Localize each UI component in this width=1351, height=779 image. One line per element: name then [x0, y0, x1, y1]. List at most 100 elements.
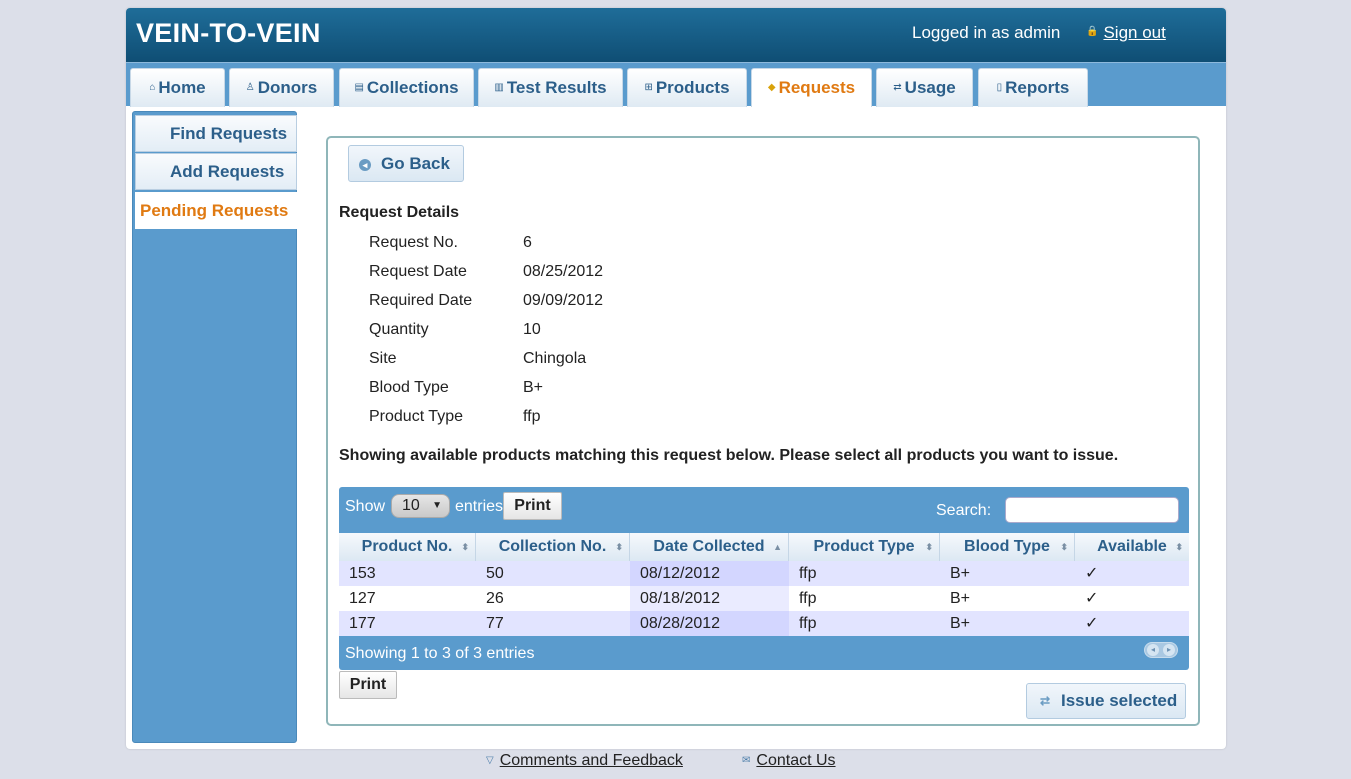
swap-icon: ⇄ — [893, 82, 902, 93]
cart-icon: ⊞ — [644, 82, 653, 93]
cell-blood-type: B+ — [950, 615, 971, 632]
detail-value: 6 — [523, 234, 532, 251]
detail-label: Request Date — [369, 263, 467, 280]
dropdown-arrow-icon: ▼ — [432, 500, 442, 511]
tab-usage[interactable]: ⇄ Usage — [876, 68, 973, 107]
home-icon: ⌂ — [149, 82, 156, 93]
detail-value: ffp — [523, 408, 541, 425]
table-row[interactable]: 153 50 08/12/2012 ffp B+ ✓ — [339, 561, 1189, 586]
column-header-date-collected[interactable]: Date Collected ▲ — [630, 533, 789, 561]
cell-date-collected: 08/28/2012 — [630, 611, 789, 636]
table-body: 153 50 08/12/2012 ffp B+ ✓ 127 26 08/18/… — [339, 561, 1189, 636]
next-page-icon[interactable]: ▸ — [1163, 644, 1175, 656]
previous-page-icon[interactable]: ◂ — [1147, 644, 1159, 656]
page-container: VEIN-TO-VEIN Logged in as admin 🔒 Sign ou… — [126, 8, 1226, 749]
cell-product-type: ffp — [799, 615, 817, 632]
instruction-text: Showing available products matching this… — [339, 447, 1119, 464]
main-nav: ⌂ Home ♙ Donors ▤ Collections ▥ Test Results… — [126, 62, 1226, 107]
page-size-select[interactable]: 10 ▼ — [391, 494, 450, 518]
cell-blood-type: B+ — [950, 565, 971, 582]
tab-label: Collections — [366, 78, 459, 97]
table-info: Showing 1 to 3 of 3 entries — [345, 645, 535, 662]
cell-date-collected: 08/12/2012 — [630, 561, 789, 586]
cell-available: ✓ — [1085, 615, 1099, 632]
detail-label: Site — [369, 350, 397, 367]
tab-label: Reports — [1005, 78, 1070, 97]
issue-selected-label: Issue selected — [1061, 691, 1178, 710]
cell-product-no: 177 — [349, 615, 376, 632]
table-row[interactable]: 177 77 08/28/2012 ffp B+ ✓ — [339, 611, 1189, 636]
column-header-collection-no[interactable]: Collection No. ⬍ — [476, 533, 630, 561]
tab-reports[interactable]: ▯ Reports — [978, 68, 1088, 107]
tab-label: Requests — [778, 78, 856, 97]
detail-label: Quantity — [369, 321, 429, 338]
comments-feedback-link[interactable]: ▽ Comments and Feedback — [486, 752, 683, 770]
sign-out-link[interactable]: 🔒 Sign out — [1086, 23, 1166, 43]
sort-both-icon: ⬍ — [925, 542, 933, 552]
column-header-label: Date Collected — [653, 538, 765, 555]
column-header-available[interactable]: Available ⬍ — [1075, 533, 1189, 561]
feedback-label: Comments and Feedback — [499, 752, 683, 769]
box-icon: ▤ — [354, 82, 364, 93]
comment-icon: ▽ — [486, 755, 494, 766]
cell-product-type: ffp — [799, 590, 817, 607]
print-button-bottom[interactable]: Print — [339, 671, 397, 699]
sort-both-icon: ⬍ — [615, 542, 623, 552]
tab-label: Usage — [904, 78, 956, 97]
sort-ascending-icon: ▲ — [773, 542, 782, 552]
column-header-product-no[interactable]: Product No. ⬍ — [339, 533, 476, 561]
table-toolbar: Show 10 ▼ entries Print Search: Product N… — [339, 487, 1189, 561]
cell-product-type: ffp — [799, 565, 817, 582]
column-header-label: Available — [1097, 538, 1167, 555]
tag-icon: ◆ — [767, 82, 776, 93]
request-details-panel: ◂ Go Back Request Details Request No. 6 Re… — [326, 136, 1200, 726]
table-footer: Showing 1 to 3 of 3 entries ◂ ▸ — [339, 636, 1189, 670]
tab-label: Home — [158, 78, 206, 97]
print-button-top[interactable]: Print — [503, 492, 562, 520]
go-back-label: Go Back — [381, 154, 450, 173]
column-header-blood-type[interactable]: Blood Type ⬍ — [940, 533, 1075, 561]
tab-label: Donors — [257, 78, 318, 97]
app-header: VEIN-TO-VEIN Logged in as admin 🔒 Sign ou… — [126, 8, 1226, 62]
tab-collections[interactable]: ▤ Collections — [339, 68, 474, 107]
contact-us-link[interactable]: ✉ Contact Us — [742, 752, 836, 770]
column-header-product-type[interactable]: Product Type ⬍ — [789, 533, 940, 561]
table-header: Product No. ⬍ Collection No. ⬍ Date Collec… — [339, 533, 1189, 561]
tab-requests[interactable]: ◆ Requests — [751, 68, 872, 107]
search-label: Search: — [936, 502, 992, 519]
column-header-label: Blood Type — [964, 538, 1050, 555]
swap-icon: ⇄ — [1039, 694, 1051, 708]
detail-value: 09/09/2012 — [523, 292, 604, 309]
arrow-left-icon: ◂ — [359, 159, 371, 171]
tab-test-results[interactable]: ▥ Test Results — [478, 68, 623, 107]
search-input[interactable] — [1005, 497, 1179, 523]
detail-label: Request No. — [369, 234, 458, 251]
cell-available: ✓ — [1085, 565, 1099, 582]
sidebar: Find Requests Add Requests Pending Reque… — [132, 111, 297, 743]
detail-label: Required Date — [369, 292, 473, 309]
sort-both-icon: ⬍ — [1060, 542, 1068, 552]
table-row[interactable]: 127 26 08/18/2012 ffp B+ ✓ — [339, 586, 1189, 611]
page-footer: ▽ Comments and Feedback ✉ Contact Us — [0, 752, 1351, 772]
sort-both-icon: ⬍ — [1175, 542, 1183, 552]
section-title: Request Details — [339, 204, 460, 221]
show-label: Show — [345, 498, 386, 515]
tab-products[interactable]: ⊞ Products — [627, 68, 747, 107]
cell-blood-type: B+ — [950, 590, 971, 607]
tab-home[interactable]: ⌂ Home — [130, 68, 225, 107]
column-header-label: Product No. — [361, 538, 453, 555]
person-icon: ♙ — [245, 82, 255, 93]
detail-value: 08/25/2012 — [523, 263, 604, 280]
cell-date-collected: 08/18/2012 — [630, 586, 789, 611]
tab-label: Test Results — [506, 78, 607, 97]
detail-value: 10 — [523, 321, 541, 338]
clipboard-icon: ▯ — [996, 82, 1003, 93]
tab-donors[interactable]: ♙ Donors — [229, 68, 334, 107]
issue-selected-button[interactable]: ⇄ Issue selected — [1026, 683, 1186, 719]
detail-value: B+ — [523, 379, 544, 396]
cell-product-no: 127 — [349, 590, 376, 607]
sidebar-item-pending-requests[interactable]: Pending Requests — [135, 192, 297, 229]
sidebar-item-add-requests[interactable]: Add Requests — [135, 153, 297, 190]
sidebar-item-find-requests[interactable]: Find Requests — [135, 115, 297, 152]
go-back-button[interactable]: ◂ Go Back — [348, 145, 464, 182]
